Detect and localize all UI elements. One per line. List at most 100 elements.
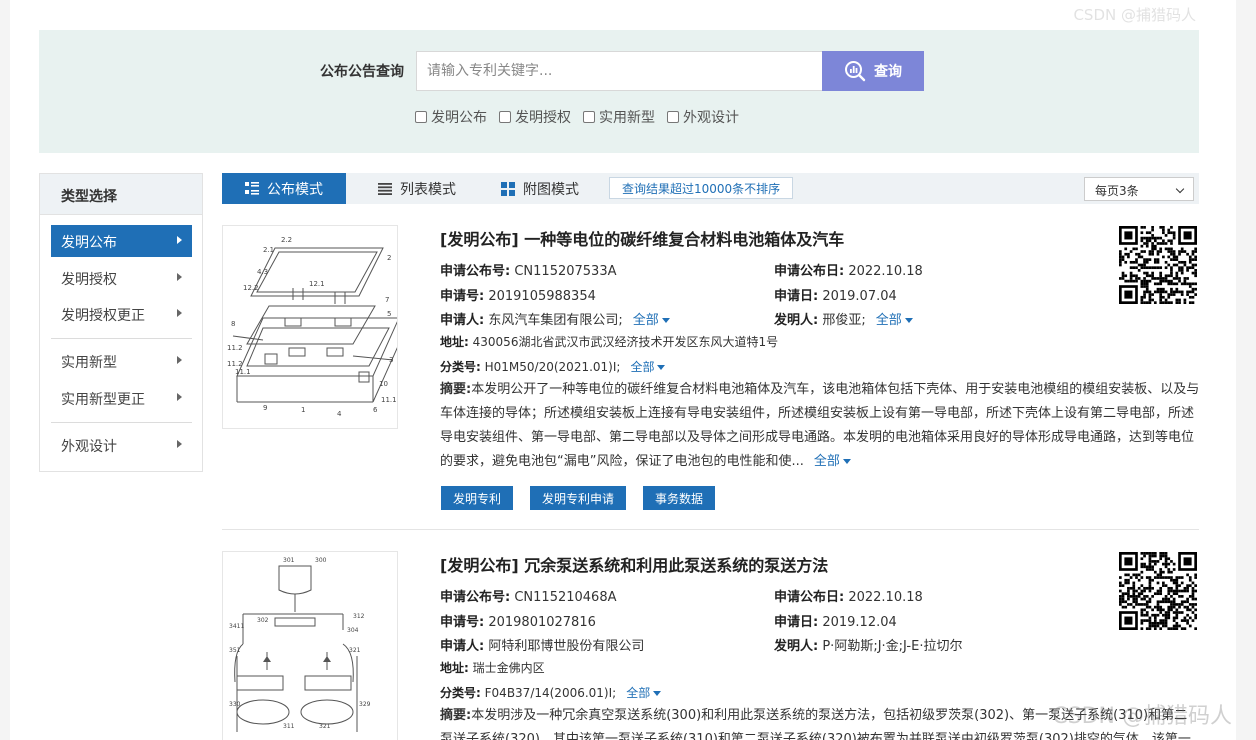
patent-drawing: 300 301 312 304 302 3411 351 321 330 329 311 321: [229, 557, 371, 732]
invention-application-button[interactable]: 发明专利申请: [530, 486, 627, 510]
svg-text:2.1: 2.1: [263, 246, 274, 254]
search-input[interactable]: [416, 51, 823, 91]
type-sidebar: 类型选择 发明公布 发明授权 发明授权更正 实用新型 实用新型更正 外观设计: [39, 173, 203, 472]
result-title[interactable]: [发明公布] 冗余泵送系统和利用此泵送系统的泵送方法: [440, 552, 828, 576]
sidebar-item-utility-model-correction[interactable]: 实用新型更正: [51, 382, 192, 414]
sidebar-item-design[interactable]: 外观设计: [51, 429, 192, 461]
abstract: 摘要:本发明公开了一种等电位的碳纤维复合材料电池箱体及汽车，该电池箱体包括下壳体…: [440, 382, 1200, 469]
sidebar-item-utility-model[interactable]: 实用新型: [51, 345, 192, 377]
inventor: 发明人: 邢俊亚; 全部: [774, 309, 913, 328]
expand-abstract-link[interactable]: 全部: [814, 454, 851, 469]
tab-figure-mode[interactable]: 附图模式: [490, 173, 590, 204]
filter-invention-publication[interactable]: 发明公布: [415, 107, 487, 127]
applicant: 申请人: 阿特利耶博世股份有限公司: [440, 639, 645, 654]
caret-down-icon: [653, 691, 662, 696]
chevron-right-icon: [177, 236, 182, 244]
search-label: 公布公告查询: [320, 64, 404, 80]
svg-text:311: 311: [283, 723, 295, 730]
svg-text:2: 2: [387, 254, 391, 262]
application-number: 申请号: 2019105988354: [440, 289, 596, 304]
svg-text:6: 6: [373, 406, 378, 414]
address: 地址: 430056湖北省武汉市武汉经济技术开发区东风大道特1号: [440, 335, 779, 349]
result-divider: [222, 529, 1199, 530]
invention-patent-button[interactable]: 发明专利: [441, 486, 514, 510]
sidebar-item-invention-publication[interactable]: 发明公布: [51, 225, 192, 257]
per-page-select[interactable]: 每页3条: [1084, 177, 1194, 201]
watermark: CSDN @捕猎码人: [1052, 704, 1232, 729]
svg-text:300: 300: [315, 557, 327, 564]
pub-date: 申请公布日: 2022.10.18: [774, 590, 923, 605]
list-icon: [378, 182, 392, 195]
tab-list-mode[interactable]: 列表模式: [367, 173, 467, 204]
divider: [51, 422, 192, 423]
svg-text:312: 312: [353, 613, 365, 620]
svg-text:11.1: 11.1: [381, 396, 397, 404]
inventor: 发明人: P·阿勒斯;J·金;J-E·拉切尔: [774, 639, 963, 654]
search-button[interactable]: 查询: [822, 51, 924, 91]
svg-text:351: 351: [229, 647, 241, 654]
expand-applicants-link[interactable]: 全部: [633, 313, 670, 328]
grid-icon: [501, 181, 515, 196]
qr-code: [1119, 552, 1197, 630]
svg-text:12.2: 12.2: [243, 284, 259, 292]
svg-text:3: 3: [389, 356, 393, 364]
checkbox[interactable]: [499, 111, 511, 123]
caret-down-icon: [904, 318, 913, 323]
checkbox[interactable]: [583, 111, 595, 123]
filter-invention-grant[interactable]: 发明授权: [499, 107, 571, 127]
view-toolbar: 公布模式 列表模式 附图模式 查询结果超过10000条不排序 每页3条: [222, 173, 1199, 204]
pub-number: 申请公布号: CN115210468A: [440, 590, 617, 605]
svg-text:11.2: 11.2: [227, 360, 243, 368]
caret-down-icon: [657, 365, 666, 370]
svg-text:321: 321: [319, 723, 331, 730]
chevron-right-icon: [177, 356, 182, 364]
page: 公布公告查询 查询 发明公布 发明授权 实用新型 外观设计 类型选择 发明公布 …: [10, 0, 1236, 740]
chevron-right-icon: [177, 273, 182, 281]
application-date: 申请日: 2019.07.04: [774, 289, 897, 304]
svg-text:5: 5: [387, 310, 391, 318]
svg-text:329: 329: [359, 701, 371, 708]
svg-text:1: 1: [301, 406, 305, 414]
svg-text:10: 10: [379, 380, 388, 388]
result-title[interactable]: [发明公布] 一种等电位的碳纤维复合材料电池箱体及汽车: [440, 226, 844, 250]
pub-date: 申请公布日: 2022.10.18: [774, 264, 923, 279]
divider: [51, 338, 192, 339]
ipc-classification: 分类号: F04B37/14(2006.01)I; 全部: [440, 684, 662, 701]
patent-drawing: 2.22.12 4.312.2 12.1 758 11.211.211.1 310…: [227, 236, 397, 418]
chevron-right-icon: [177, 309, 182, 317]
svg-text:304: 304: [347, 627, 359, 634]
svg-text:4.3: 4.3: [257, 268, 268, 276]
list-detail-icon: [245, 182, 259, 195]
watermark: CSDN @捕猎码人: [1073, 6, 1196, 24]
expand-ipc-link[interactable]: 全部: [630, 360, 666, 374]
caret-down-icon: [661, 318, 670, 323]
svg-text:302: 302: [257, 617, 269, 624]
expand-inventors-link[interactable]: 全部: [876, 313, 913, 328]
svg-text:11.2: 11.2: [227, 344, 243, 352]
ipc-classification: 分类号: H01M50/20(2021.01)I; 全部: [440, 358, 666, 375]
patent-drawing-thumbnail[interactable]: 300 301 312 304 302 3411 351 321 330 329 311 321: [222, 551, 398, 740]
expand-ipc-link[interactable]: 全部: [626, 686, 662, 700]
svg-text:11.1: 11.1: [235, 368, 251, 376]
filter-design[interactable]: 外观设计: [667, 107, 739, 127]
sidebar-item-invention-grant[interactable]: 发明授权: [51, 262, 192, 294]
chevron-right-icon: [177, 393, 182, 401]
search-panel: 公布公告查询 查询 发明公布 发明授权 实用新型 外观设计: [39, 30, 1199, 153]
filter-utility-model[interactable]: 实用新型: [583, 107, 655, 127]
chevron-down-icon: [1175, 184, 1185, 194]
svg-text:3411: 3411: [229, 623, 244, 630]
application-date: 申请日: 2019.12.04: [774, 615, 897, 630]
checkbox[interactable]: [667, 111, 679, 123]
caret-down-icon: [842, 459, 851, 464]
svg-text:12.1: 12.1: [309, 280, 325, 288]
sidebar-item-invention-grant-correction[interactable]: 发明授权更正: [51, 298, 192, 330]
transaction-data-button[interactable]: 事务数据: [643, 486, 716, 510]
search-button-label: 查询: [874, 64, 902, 80]
search-chart-icon: [845, 61, 866, 82]
checkbox[interactable]: [415, 111, 427, 123]
svg-text:321: 321: [349, 647, 361, 654]
patent-drawing-thumbnail[interactable]: 2.2 2.1 2 4.3 12.2 12.1 758 11.2 11.2 11.1 3 10…: [222, 225, 398, 429]
tab-publication-mode[interactable]: 公布模式: [222, 173, 346, 204]
result-notice: 查询结果超过10000条不排序: [609, 177, 794, 199]
svg-text:9: 9: [263, 404, 267, 412]
